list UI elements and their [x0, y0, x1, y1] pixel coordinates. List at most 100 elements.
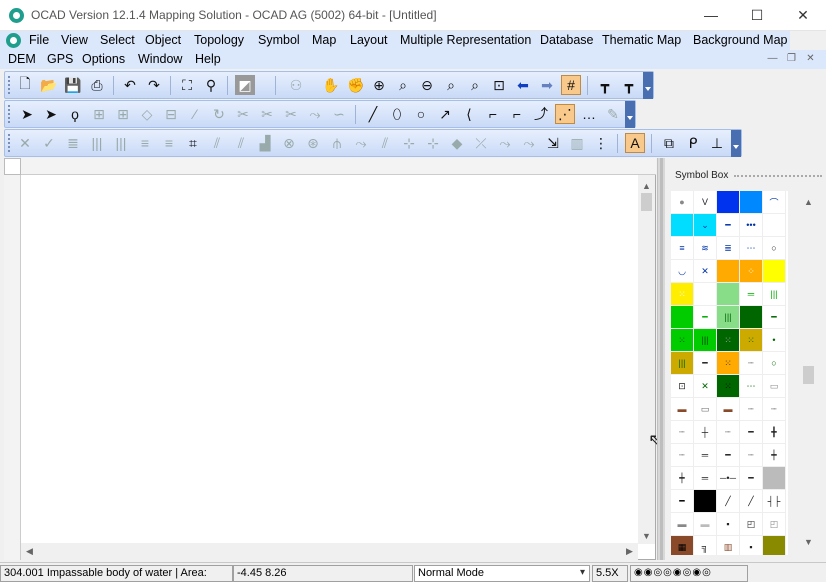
symbol-swatch[interactable]: ○	[763, 352, 786, 375]
symbol-swatch[interactable]: ┈	[671, 421, 694, 444]
panel-splitter[interactable]	[657, 158, 665, 560]
symbol-swatch[interactable]: ▪	[740, 536, 763, 555]
open-icon[interactable]: 📂	[39, 75, 59, 95]
ruler-corner[interactable]	[4, 158, 21, 175]
symbol-swatch[interactable]: ✕	[694, 260, 717, 283]
node-add-icon[interactable]: ⊹	[423, 133, 443, 153]
circle-icon[interactable]: ○	[411, 104, 431, 124]
menu-multiple-representation[interactable]: Multiple Representation	[400, 33, 531, 47]
symbol-swatch[interactable]	[717, 191, 740, 214]
extend2-icon[interactable]: ⤳	[495, 133, 515, 153]
pan-icon[interactable]: ✋	[321, 75, 341, 95]
check-icon[interactable]: ✓	[39, 133, 59, 153]
symbol-swatch[interactable]	[694, 490, 717, 513]
symbol-swatch[interactable]: ━	[717, 214, 740, 237]
dot-icon[interactable]: ⤴	[531, 104, 551, 124]
symbol-swatch[interactable]: ⌒	[763, 191, 786, 214]
symbol-swatch[interactable]	[717, 283, 740, 306]
curve-edit-icon[interactable]: ∽	[329, 104, 349, 124]
node2-icon[interactable]: ⊞	[113, 104, 133, 124]
fit-icon[interactable]: ⛶	[177, 75, 197, 95]
overlap-icon[interactable]: ⧉	[659, 133, 679, 153]
mdi-minimize-button[interactable]: —	[765, 52, 780, 66]
save-icon[interactable]: 💾	[63, 75, 83, 95]
new-icon[interactable]: 🗋	[15, 75, 35, 95]
map-horizontal-scrollbar[interactable]: ◀ ▶	[21, 543, 638, 560]
map-vertical-scrollbar[interactable]: ▲ ▼	[638, 175, 655, 544]
node-move-icon[interactable]: ⊹	[399, 133, 419, 153]
symbol-swatch[interactable]: ━	[694, 306, 717, 329]
toolbar-grip[interactable]	[8, 76, 11, 94]
symbol-swatch[interactable]: ○	[763, 237, 786, 260]
symbol-swatch[interactable]	[763, 260, 786, 283]
crop-icon[interactable]: ⌗	[183, 133, 203, 153]
symbol-swatch[interactable]: ◰	[740, 513, 763, 536]
maximize-button[interactable]: ☐	[734, 0, 780, 30]
symbol-swatch[interactable]: ▪	[717, 513, 740, 536]
menu-map[interactable]: Map	[312, 33, 336, 47]
pointer-icon[interactable]: ➤	[17, 104, 37, 124]
symbol-swatch[interactable]: ⁙	[717, 352, 740, 375]
symbol-swatch[interactable]: ┈	[740, 398, 763, 421]
symbol-swatch[interactable]	[671, 214, 694, 237]
delete-icon[interactable]: ✕	[15, 133, 35, 153]
symbol-swatch[interactable]: ≣	[717, 237, 740, 260]
symbol-swatch[interactable]: ━	[740, 421, 763, 444]
menu-topology[interactable]: Topology	[194, 33, 244, 47]
zoom-page-icon[interactable]: ⌕	[393, 75, 413, 95]
scissors-icon[interactable]: ✂	[233, 104, 253, 124]
symbol-swatch[interactable]	[740, 306, 763, 329]
close-button[interactable]: ✕	[780, 0, 826, 30]
print-icon[interactable]: ⎙	[87, 75, 107, 95]
symbol-swatch[interactable]: ┈	[717, 421, 740, 444]
menu-help[interactable]: Help	[195, 52, 221, 66]
barcode2-icon[interactable]: |||	[111, 133, 131, 153]
symbol-swatch[interactable]: ═	[694, 467, 717, 490]
symbol-swatch[interactable]: ●	[671, 191, 694, 214]
toolbar-grip[interactable]	[8, 134, 11, 152]
menu-background-map[interactable]: Background Map	[693, 33, 788, 47]
flip-icon[interactable]: ⫽	[231, 133, 251, 153]
toolbar-grip[interactable]	[8, 105, 11, 123]
zoom-out-icon[interactable]: ⊖	[417, 75, 437, 95]
symbol-swatch[interactable]: ┼	[694, 421, 717, 444]
hatch2-icon[interactable]: ⫽	[375, 133, 395, 153]
mdi-close-button[interactable]: ✕	[803, 52, 818, 66]
symbol-swatch[interactable]: ━	[671, 490, 694, 513]
symbol-swatch[interactable]: ┿	[763, 444, 786, 467]
symbol-swatch[interactable]: ╱	[740, 490, 763, 513]
join-icon[interactable]: ✂	[281, 104, 301, 124]
merge-icon[interactable]: ⫛	[327, 133, 347, 153]
menu-view[interactable]: View	[61, 33, 88, 47]
binoculars-icon[interactable]: ⚇	[286, 75, 306, 95]
symbol-swatch[interactable]: ▬	[671, 398, 694, 421]
symbol-swatch[interactable]: ≡	[671, 237, 694, 260]
menu-thematic-map[interactable]: Thematic Map	[602, 33, 681, 47]
symbol-swatch[interactable]	[740, 191, 763, 214]
zoom-select-icon[interactable]: ⌕	[465, 75, 485, 95]
symbol-swatch[interactable]: ▭	[763, 375, 786, 398]
symbol-swatch[interactable]: |||	[694, 329, 717, 352]
back-icon[interactable]: ⬅	[513, 75, 533, 95]
symbol-swatch[interactable]	[763, 214, 786, 237]
curve-icon[interactable]: ⌐	[507, 104, 527, 124]
menu-window[interactable]: Window	[138, 52, 182, 66]
freehand-icon[interactable]: ↗	[435, 104, 455, 124]
symbol-swatch[interactable]: ⋯	[740, 237, 763, 260]
symbol-swatch[interactable]: ━	[740, 467, 763, 490]
split-icon[interactable]: ⋮	[591, 133, 611, 153]
symbol-swatch[interactable]: ┈	[740, 352, 763, 375]
trace-icon[interactable]: ⊛	[303, 133, 323, 153]
ellipse-icon[interactable]: ⬯	[387, 104, 407, 124]
symbol-swatch[interactable]: ⊡	[671, 375, 694, 398]
menu-object[interactable]: Object	[145, 33, 181, 47]
connect-icon[interactable]: ᑭ	[683, 133, 703, 153]
list-icon[interactable]: ≡	[135, 133, 155, 153]
barcode-icon[interactable]: |||	[87, 133, 107, 153]
symbol-swatch[interactable]: ▭	[694, 398, 717, 421]
symbol-swatch[interactable]: ╱	[717, 490, 740, 513]
snap-icon[interactable]: ⊗	[279, 133, 299, 153]
pen-icon[interactable]: ✎	[603, 104, 623, 124]
document-icon[interactable]	[6, 33, 21, 48]
symbol-swatch[interactable]: |||	[717, 306, 740, 329]
